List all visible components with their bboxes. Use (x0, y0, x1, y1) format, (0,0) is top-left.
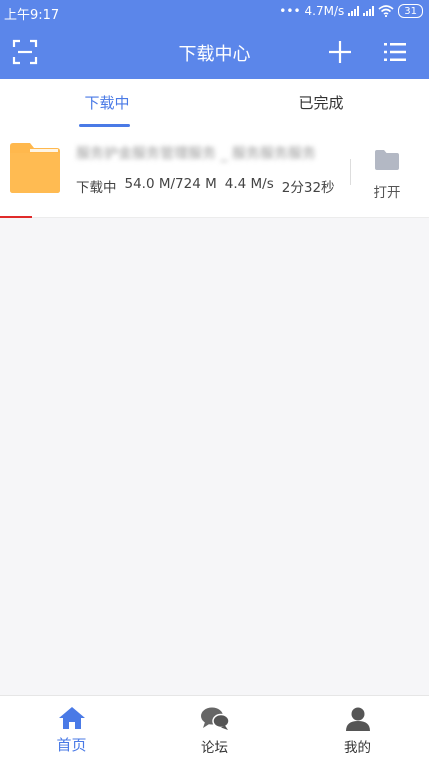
app-header: 上午9:17 ••• 4.7M/s 31 下载中心 (0, 0, 429, 79)
list-icon (384, 43, 406, 61)
add-button[interactable] (325, 37, 355, 67)
file-name: 服务护金服务管理服务 _ 服务服务服务 (76, 146, 316, 162)
wifi-icon (378, 5, 394, 17)
battery-icon: 31 (398, 4, 423, 18)
time-remaining: 2分32秒 (281, 180, 335, 196)
nav-profile[interactable]: 我的 (286, 696, 429, 769)
status-indicators: ••• 4.7M/s 31 (279, 4, 423, 18)
nav-home[interactable]: 首页 (0, 696, 143, 769)
bottom-nav: 首页 论坛 我的 (0, 695, 429, 769)
tab-completed[interactable]: 已完成 (214, 79, 428, 127)
download-status: 下载中 (76, 180, 117, 196)
signal-icon (348, 6, 360, 16)
forum-icon (200, 707, 230, 730)
status-dots: ••• (279, 4, 301, 18)
profile-icon (345, 707, 370, 731)
status-time: 上午9:17 (4, 8, 60, 23)
open-label: 打开 (373, 185, 401, 201)
progress-info: 下载中 54.0 M/724 M 4.4 M/s 2分32秒 (76, 176, 335, 196)
folder-open-icon (375, 150, 399, 170)
download-speed: 4.4 M/s (224, 176, 274, 192)
folder-icon (10, 143, 60, 193)
divider (350, 159, 351, 185)
empty-content-area (0, 218, 429, 695)
nav-forum-label: 论坛 (201, 740, 228, 756)
tab-bar: 下载中 已完成 (0, 79, 429, 127)
download-size: 54.0 M/724 M (124, 176, 217, 192)
status-bar: 上午9:17 ••• 4.7M/s 31 (0, 0, 429, 24)
tab-downloading[interactable]: 下载中 (0, 79, 214, 127)
home-icon (58, 707, 85, 729)
open-button[interactable]: 打开 (364, 149, 410, 201)
page-title: 下载中心 (178, 44, 251, 65)
nav-forum[interactable]: 论坛 (143, 696, 286, 769)
plus-icon (329, 41, 351, 63)
menu-button[interactable] (380, 37, 410, 67)
signal-icon (363, 6, 375, 16)
nav-profile-label: 我的 (344, 740, 371, 756)
network-speed: 4.7M/s (304, 4, 345, 18)
nav-home-label: 首页 (56, 736, 87, 754)
toolbar: 下载中心 (0, 24, 429, 79)
download-item[interactable]: 服务护金服务管理服务 _ 服务服务服务 下载中 54.0 M/724 M 4.4… (0, 127, 429, 218)
